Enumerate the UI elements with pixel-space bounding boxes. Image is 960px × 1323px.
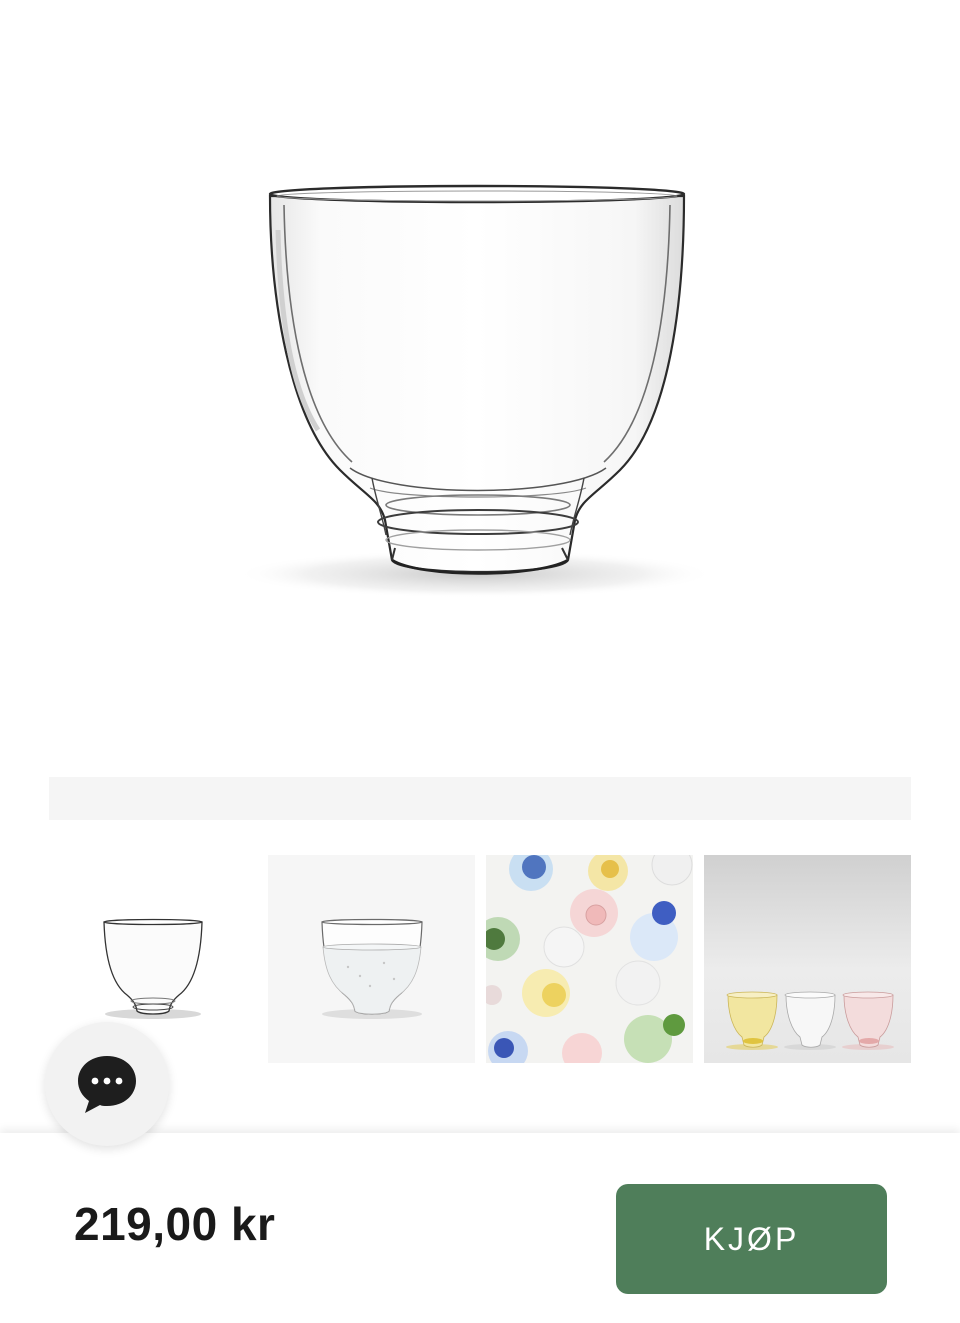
buy-button[interactable]: KJØP: [616, 1184, 887, 1294]
image-slider-bar[interactable]: [49, 777, 911, 820]
glass-illustration: [235, 184, 715, 598]
thumbnail-colored-glasses-top-view[interactable]: [486, 855, 693, 1063]
thumbnail-three-colored-glasses[interactable]: [704, 855, 911, 1063]
chat-bubble-icon: [78, 1056, 136, 1113]
water-glass-thumb-image: [321, 918, 423, 1019]
product-main-image[interactable]: [0, 0, 960, 770]
colored-glasses-thumb-image: [486, 855, 693, 1063]
three-glasses-thumb-image: [704, 855, 911, 1063]
product-price: 219,00 kr: [74, 1198, 276, 1250]
thumbnail-strip: [49, 855, 911, 1063]
thumbnail-glass-with-water[interactable]: [268, 855, 475, 1063]
chat-button[interactable]: [45, 1022, 169, 1146]
